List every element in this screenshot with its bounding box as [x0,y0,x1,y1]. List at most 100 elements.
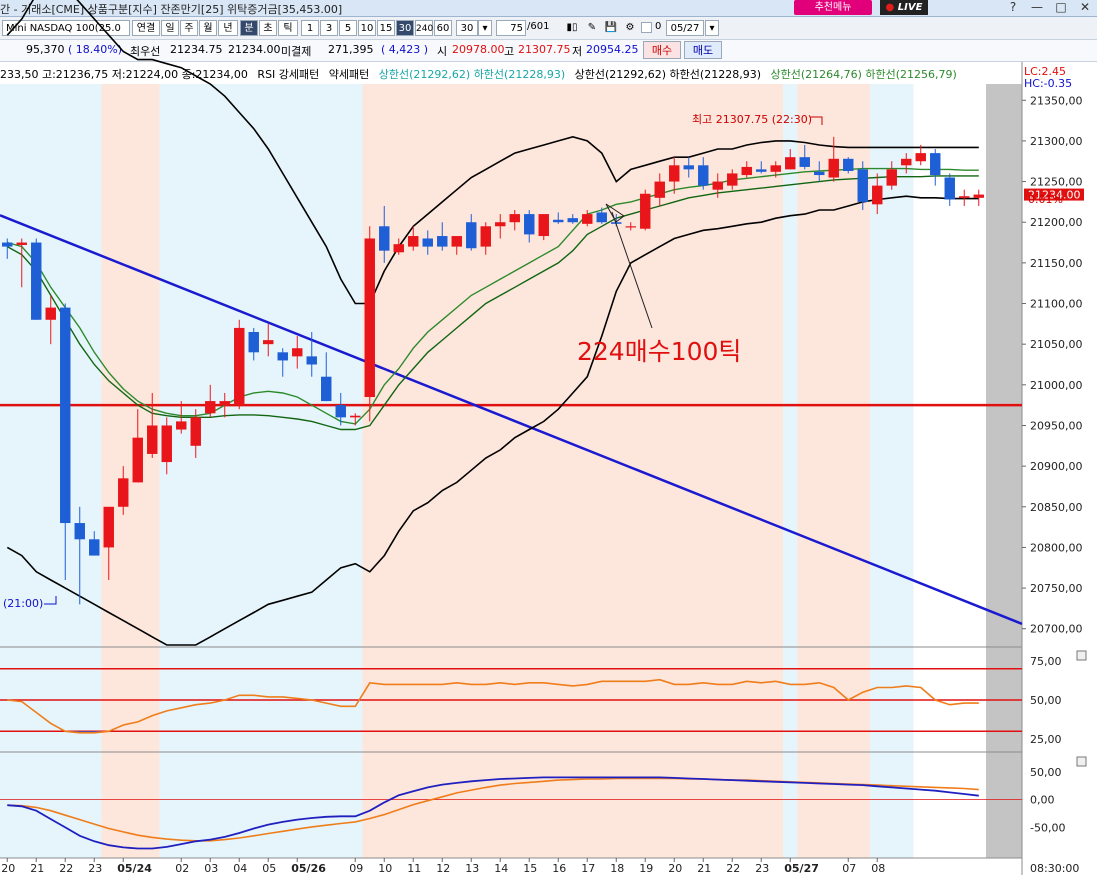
candle-body-52 [756,169,767,172]
candle-body-60 [872,185,883,205]
candle-body-20 [292,348,303,357]
x-tick-label-26: 07 [842,862,856,875]
low-annotation: (21:00) [3,597,44,610]
lc-hc-box: LC:2.45 HC:-0.35 [1024,66,1072,90]
x-tick-label-3: 23 [88,862,102,875]
x-tick-label-1: 21 [30,862,44,875]
x-tick-label-23: 22 [726,862,740,875]
candle-body-15 [219,401,230,406]
rsi-tick-label-2: 25,00 [1030,733,1062,746]
y-tick-label-0: 21350,00 [1030,94,1083,107]
session-shade-4 [362,84,783,858]
candle-body-64 [930,153,941,176]
candle-body-4 [60,307,71,524]
candle-body-17 [248,331,259,353]
candle-body-33 [480,226,491,247]
x-tick-label-8: 05 [262,862,276,875]
candle-body-58 [843,158,854,171]
candle-body-32 [466,222,477,249]
time-axis-label: 08:30:00 [1030,862,1079,875]
x-tick-label-19: 18 [610,862,624,875]
macd-tick-label-1: 0,00 [1030,794,1055,807]
candle-body-62 [901,158,912,166]
candle-body-12 [176,421,187,430]
x-tick-label-20: 19 [639,862,653,875]
candle-body-45 [654,181,665,198]
rsi-tick-label-0: 75,00 [1030,655,1062,668]
last-price-pct: 0.01% [1028,193,1063,206]
candle-body-50 [727,173,738,186]
candle-body-61 [886,169,897,186]
candle-body-29 [422,238,433,247]
candle-body-24 [350,415,361,418]
rsi-tick-label-1: 50,00 [1030,694,1062,707]
buy-annotation: 224매수100틱 [577,337,742,366]
x-tick-label-22: 21 [697,862,711,875]
x-tick-label-9: 05/26 [291,862,326,875]
y-tick-label-12: 20750,00 [1030,582,1083,595]
candle-body-16 [234,327,245,406]
x-tick-label-5: 02 [175,862,189,875]
x-tick-label-24: 23 [755,862,769,875]
candle-body-47 [683,165,694,170]
candle-body-56 [814,171,825,176]
session-shade-1 [101,84,160,858]
hc-value: HC:-0.35 [1024,77,1073,90]
legend-weak-pattern: 약세패턴 [328,68,370,81]
candle-body-44 [640,193,651,229]
candle-body-37 [538,214,549,237]
x-tick-label-21: 20 [668,862,682,875]
candle-body-57 [828,158,839,178]
candle-body-63 [915,153,926,162]
candle-body-11 [161,425,172,463]
candle-body-41 [596,212,607,223]
candle-body-3 [45,307,56,320]
session-shade-2 [159,84,232,858]
candle-body-67 [973,194,984,198]
session-shade-5 [783,84,798,858]
candle-body-21 [306,356,317,365]
candle-body-0 [2,242,13,247]
x-tick-label-14: 13 [465,862,479,875]
x-tick-label-7: 04 [233,862,247,875]
candle-body-66 [959,196,970,198]
y-tick-label-7: 21000,00 [1030,379,1083,392]
legend-rsi-pattern: RSI 강세패턴 [257,68,320,81]
panel-close-icon-1 [1076,756,1087,767]
y-tick-label-4: 21150,00 [1030,257,1083,270]
panel-close-icon-0 [1076,650,1087,661]
x-tick-label-12: 11 [407,862,421,875]
y-tick-label-11: 20800,00 [1030,541,1083,554]
candle-body-26 [379,226,390,251]
candle-body-48 [698,165,709,186]
price-chart[interactable]: 21350,0021300,0021250,0021200,0021150,00… [0,0,1097,875]
candle-body-19 [277,352,288,361]
x-tick-label-11: 10 [378,862,392,875]
y-tick-label-8: 20950,00 [1030,419,1083,432]
session-shade-0 [0,84,102,858]
candle-body-7 [103,506,114,548]
y-tick-label-6: 21050,00 [1030,338,1083,351]
x-tick-label-18: 17 [581,862,595,875]
x-tick-label-2: 22 [59,862,73,875]
candle-body-55 [799,157,810,167]
candle-body-5 [74,523,85,540]
candle-body-9 [132,437,143,483]
candle-body-27 [393,244,404,253]
x-tick-label-17: 16 [552,862,566,875]
candle-body-40 [582,214,593,224]
candle-body-30 [437,236,448,247]
candle-body-6 [89,539,100,556]
candle-body-34 [495,222,506,227]
candle-body-35 [509,214,520,223]
y-tick-label-3: 21200,00 [1030,216,1083,229]
candle-body-43 [625,226,636,228]
candle-body-49 [712,181,723,190]
candle-body-31 [451,236,462,247]
candle-body-59 [857,169,868,202]
y-tick-label-1: 21300,00 [1030,135,1083,148]
candle-body-36 [524,214,535,235]
candle-body-14 [205,401,216,414]
candle-body-13 [190,417,201,446]
candle-body-10 [147,425,158,454]
